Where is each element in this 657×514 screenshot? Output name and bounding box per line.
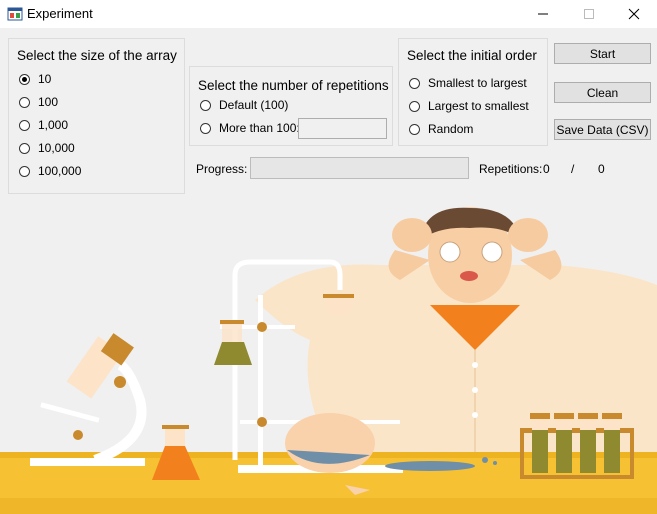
radio-icon [19,119,30,131]
radio-icon [19,165,30,177]
repetitions-title: Select the number of repetitions [198,78,389,93]
initial-order-group: Select the initial order Smallest to lar… [398,38,548,146]
radio-icon [19,142,30,154]
title-bar: Experiment [0,0,657,28]
size-option-100[interactable]: 100 [19,95,58,109]
radio-icon [409,77,420,89]
radio-icon [19,96,30,108]
lab-scene-illustration [0,207,657,514]
repetitions-total: 0 [598,162,605,176]
repetitions-separator: / [571,162,575,176]
order-option-ascending[interactable]: Smallest to largest [409,76,527,90]
size-option-10000[interactable]: 10,000 [19,141,75,155]
size-option-100000[interactable]: 100,000 [19,164,81,178]
array-size-title: Select the size of the array [17,48,177,63]
minimize-button[interactable] [520,0,566,28]
repetitions-custom-input[interactable] [298,118,387,139]
progress-bar [250,157,469,179]
close-button[interactable] [611,0,657,28]
repetitions-group: Select the number of repetitions Default… [189,66,393,146]
order-option-random[interactable]: Random [409,122,473,136]
repetitions-label: Repetitions: [479,162,543,176]
maximize-button[interactable] [566,0,612,28]
radio-icon [409,123,420,135]
maximize-icon [584,9,594,19]
size-option-1000[interactable]: 1,000 [19,118,68,132]
minimize-icon [538,13,548,15]
app-window-icon [7,7,23,21]
order-option-descending[interactable]: Largest to smallest [409,99,529,113]
array-size-group: Select the size of the array 10 100 1,00… [8,38,185,194]
repetitions-custom-option[interactable]: More than 100: [200,121,300,135]
size-option-10[interactable]: 10 [19,72,51,86]
radio-icon [200,122,211,134]
progress-label: Progress: [196,162,248,176]
initial-order-title: Select the initial order [407,48,537,63]
repetitions-current: 0 [543,162,550,176]
radio-checked-icon [19,73,30,85]
radio-icon [409,100,420,112]
start-button[interactable]: Start [554,43,651,64]
save-data-button[interactable]: Save Data (CSV) [554,119,651,140]
radio-icon [200,99,211,111]
repetitions-default-option[interactable]: Default (100) [200,98,288,112]
close-icon [628,8,640,20]
microscope [30,333,147,466]
clean-button[interactable]: Clean [554,82,651,103]
window-title: Experiment [27,6,93,21]
